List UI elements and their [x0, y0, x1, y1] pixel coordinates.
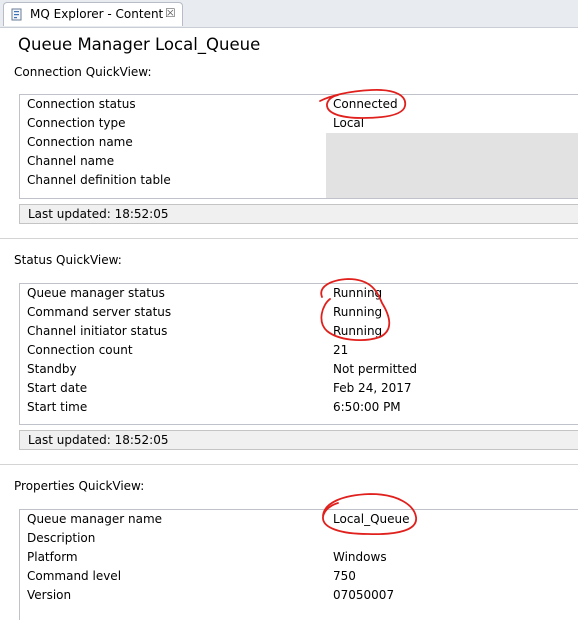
properties-quickview-table: Queue manager name Local_Queue Descripti…	[19, 509, 578, 620]
row-label: Platform	[27, 550, 78, 564]
row-value	[326, 529, 578, 548]
row-value	[326, 171, 578, 190]
close-icon[interactable]: ☒	[165, 6, 176, 20]
row-value: Local	[333, 116, 365, 130]
row-value: Not permitted	[333, 362, 417, 376]
row-value: 6:50:00 PM	[333, 400, 401, 414]
row-value: Running	[333, 324, 383, 338]
tab-title: MQ Explorer - Content	[30, 7, 164, 21]
row-label: Version	[27, 588, 72, 602]
last-updated-text: Last updated: 18:52:05	[28, 207, 169, 221]
row-value: 21	[333, 343, 349, 357]
row-label: Connection name	[27, 135, 133, 149]
row-value: 750	[333, 569, 356, 583]
row-value	[326, 152, 578, 171]
status-quickview-title: Status QuickView:	[14, 253, 122, 267]
row-label: Channel name	[27, 154, 115, 168]
row-label: Queue manager status	[27, 286, 165, 300]
table-row: Standby Not permitted	[20, 360, 578, 379]
table-row: Channel name	[20, 152, 578, 171]
table-row: Queue manager name Local_Queue	[20, 510, 578, 529]
status-last-updated: Last updated: 18:52:05	[19, 430, 578, 450]
table-row: Connection name	[20, 133, 578, 152]
connection-quickview-table: Connection status Connected Connection t…	[19, 94, 578, 199]
row-label: Start time	[27, 400, 88, 414]
row-label: Connection type	[27, 116, 126, 130]
tab-mq-explorer-content[interactable]: MQ Explorer - Content ☒	[3, 2, 183, 26]
table-row: Channel initiator status Running	[20, 322, 578, 341]
divider	[0, 464, 578, 465]
table-row: Platform Windows	[20, 548, 578, 567]
table-row: Start time 6:50:00 PM	[20, 398, 578, 417]
row-value: 07050007	[333, 588, 395, 602]
table-row: Connection count 21	[20, 341, 578, 360]
row-value: Running	[333, 286, 383, 300]
row-label: Description	[27, 531, 96, 545]
table-row: Connection type Local	[20, 114, 578, 133]
row-label: Connection status	[27, 97, 136, 111]
row-label: Command server status	[27, 305, 172, 319]
row-label: Queue manager name	[27, 512, 163, 526]
status-quickview-table: Queue manager status Running Command ser…	[19, 283, 578, 425]
row-label: Standby	[27, 362, 77, 376]
table-row: Queue manager status Running	[20, 284, 578, 303]
table-row: Connection status Connected	[20, 95, 578, 114]
row-value: Feb 24, 2017	[333, 381, 412, 395]
editor-tab-strip: MQ Explorer - Content ☒	[0, 0, 578, 28]
row-label: Channel initiator status	[27, 324, 168, 338]
table-row: Description	[20, 529, 578, 548]
row-value: Connected	[333, 97, 398, 111]
row-value	[326, 133, 578, 152]
row-label: Start date	[27, 381, 88, 395]
mq-explorer-icon	[11, 8, 22, 21]
row-value: Local_Queue	[333, 512, 410, 526]
last-updated-text: Last updated: 18:52:05	[28, 433, 169, 447]
row-label: Command level	[27, 569, 122, 583]
table-row: Command level 750	[20, 567, 578, 586]
row-value	[326, 190, 578, 198]
page-title: Queue Manager Local_Queue	[18, 35, 261, 54]
row-value: Windows	[333, 550, 387, 564]
table-row-cutoff	[20, 190, 578, 198]
table-row: Version 07050007	[20, 586, 578, 605]
row-label: Connection count	[27, 343, 133, 357]
table-row: Channel definition table	[20, 171, 578, 190]
table-row: Start date Feb 24, 2017	[20, 379, 578, 398]
connection-quickview-title: Connection QuickView:	[14, 65, 152, 79]
row-label: Channel definition table	[27, 173, 171, 187]
row-value: Running	[333, 305, 383, 319]
properties-quickview-title: Properties QuickView:	[14, 479, 145, 493]
table-row: Command server status Running	[20, 303, 578, 322]
connection-last-updated: Last updated: 18:52:05	[19, 204, 578, 224]
divider	[0, 238, 578, 239]
